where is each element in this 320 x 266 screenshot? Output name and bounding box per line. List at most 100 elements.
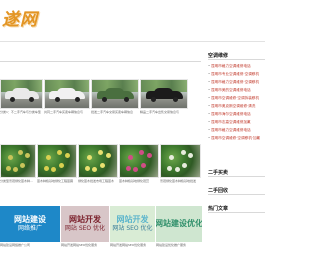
ad-caption[interactable]: 网站建设优化推广服务 — [156, 243, 202, 247]
plant-listing-card[interactable]: 苗木种植基地绿化观赏 — [119, 144, 159, 183]
flower-spot — [64, 153, 70, 158]
car-wheel — [10, 97, 16, 102]
sidebar-section-title: 热门文章 — [208, 205, 265, 213]
flower-spot — [174, 167, 180, 173]
sidebar-link-text[interactable]: 昆明市格力空调维修·空调移机 — [211, 80, 259, 84]
ad-banner[interactable]: 网站建设优化 网站建设优化推广服务 — [156, 206, 202, 256]
car-photo[interactable] — [91, 79, 139, 109]
sidebar-section-hot: 热门文章 — [208, 205, 265, 213]
sidebar-link-text[interactable]: 昆明市专业空调维修·空调移机 — [211, 72, 259, 76]
car-listing-card[interactable]: 共同二手汽车买卖车辆信息与 — [44, 79, 90, 114]
sidebar-link[interactable]: •昆明市格力空调维修电话 — [208, 126, 265, 134]
ad-banner[interactable]: 网站开发 网站 SEO 优化 网站开发网站SEO优化服务 — [110, 206, 155, 256]
bullet-icon: • — [208, 72, 211, 76]
flower-spot — [92, 167, 98, 173]
plant-listing-caption[interactable]: 绿化苗木批发市场工程苗木 — [78, 179, 118, 183]
sidebar-link[interactable]: •昆明市美的空调维修电话 — [208, 86, 265, 94]
car-listing-caption[interactable]: 共同二手汽车买卖车辆信息与 — [44, 110, 90, 114]
sidebar-link-text[interactable]: 昆明市海尔空调维修电话 — [211, 112, 251, 116]
flower-spot — [43, 165, 49, 171]
sidebar-link[interactable]: •昆明市空调维修·空调移机·加氟 — [208, 134, 265, 142]
plant-listing-card[interactable]: 苗木种植基地绿化工程苗圃 — [37, 144, 77, 183]
sidebar-section-title: 空调维修 — [208, 52, 265, 60]
ad-banner[interactable]: 网站开发 网站 SEO 优化 网站开发网站SEO优化服务 — [61, 206, 109, 256]
sidebar-link[interactable]: •昆明市志高空调维修加氟 — [208, 118, 265, 126]
plant-listing-card[interactable]: 绿化苗木批发市场工程苗木 — [78, 144, 118, 183]
sidebar-link-text[interactable]: 昆明市格力空调维修电话 — [211, 128, 251, 132]
flower-spot — [58, 162, 64, 168]
plant-photo[interactable] — [160, 144, 201, 178]
car-wheel — [123, 97, 129, 102]
ad-caption[interactable]: 网站建设网络推广公司 — [0, 243, 60, 247]
sidebar-link[interactable]: •昆明市专业空调维修·空调移机 — [208, 70, 265, 78]
plant-listing-card[interactable]: 景观绿化苗木种植基地批发 — [160, 144, 201, 183]
car-listing-card[interactable]: 精品二手汽车出售交易信息与 — [140, 79, 188, 114]
flower-spot — [6, 165, 12, 171]
plant-listing-card[interactable]: 分类型景观绿化苗木种植基地 — [0, 144, 36, 183]
sidebar-link-text[interactable]: 昆明市美的空调维修电话 — [211, 88, 251, 92]
sidebar-link-text[interactable]: 昆明市奥克斯空调维修·清洗 — [211, 104, 255, 108]
site-logo[interactable]: 遂网 — [2, 5, 38, 30]
car-listing-card[interactable]: 分类1：不二手汽车与分类车型 — [0, 79, 43, 114]
sidebar-section-title: 二手买卖 — [208, 169, 265, 177]
bullet-icon: • — [208, 80, 211, 84]
flower-spot — [139, 149, 144, 155]
sidebar-link-text[interactable]: 昆明市空调维修·空调移机·加氟 — [211, 136, 260, 140]
sidebar-link[interactable]: •昆明市空调维修·空调拆装移机 — [208, 94, 265, 102]
car-listing-card[interactable]: 批发二手汽车交易买卖车辆信息 — [91, 79, 139, 114]
bullet-icon: • — [208, 96, 211, 100]
car-photo[interactable] — [140, 79, 188, 109]
plant-photo[interactable] — [78, 144, 118, 178]
flower-spot — [99, 162, 105, 168]
plant-listing-caption[interactable]: 分类型景观绿化苗木种植基地 — [0, 179, 36, 183]
sidebar-link-text[interactable]: 昆明市格力空调维修电话 — [211, 64, 251, 68]
ad-caption[interactable]: 网站开发网站SEO优化服务 — [61, 243, 109, 247]
car-listing-caption[interactable]: 分类1：不二手汽车与分类车型 — [0, 110, 43, 114]
bullet-icon: • — [208, 112, 211, 116]
ad-caption[interactable]: 网站开发网站SEO优化服务 — [110, 243, 155, 247]
plant-photo[interactable] — [119, 144, 159, 178]
sidebar-link-text[interactable]: 昆明市志高空调维修加氟 — [211, 120, 251, 124]
ad-banner-row: 网站建设 网络推广 网站建设网络推广公司 网站开发 网站 SEO 优化 网站开发网站SEO… — [0, 206, 202, 256]
flower-spot — [166, 165, 172, 171]
flower-spot — [133, 167, 139, 173]
flower-spot — [7, 154, 13, 160]
flower-spot — [19, 162, 25, 168]
plant-listing-caption[interactable]: 景观绿化苗木种植基地批发 — [160, 179, 201, 183]
sidebar-link[interactable]: •昆明市格力空调维修·空调移机 — [208, 78, 265, 86]
sidebar-link[interactable]: •昆明市格力空调维修电话 — [208, 62, 265, 70]
ad-headline: 网站建设 — [14, 215, 46, 224]
bullet-icon: • — [208, 64, 211, 68]
flower-spot — [146, 153, 152, 158]
ad-banner-image[interactable]: 网站开发 网站 SEO 优化 — [110, 206, 155, 242]
ad-banner-image[interactable]: 网站开发 网站 SEO 优化 — [61, 206, 109, 242]
flower-spot — [105, 153, 111, 158]
sidebar-section-used: 二手买卖 — [208, 169, 265, 177]
car-wheel — [75, 97, 81, 102]
car-photo[interactable] — [0, 79, 43, 109]
plant-photo[interactable] — [37, 144, 77, 178]
flower-spot — [127, 154, 133, 160]
sidebar-link[interactable]: •昆明市奥克斯空调维修·清洗 — [208, 102, 265, 110]
car-listing-caption[interactable]: 批发二手汽车交易买卖车辆信息 — [91, 110, 139, 114]
plant-listing-caption[interactable]: 苗木种植基地绿化工程苗圃 — [37, 179, 77, 183]
bullet-icon: • — [208, 120, 211, 124]
sidebar-link-text[interactable]: 昆明市空调维修·空调拆装移机 — [211, 96, 259, 100]
car-photo[interactable] — [44, 79, 90, 109]
flower-spot — [51, 167, 57, 173]
car-thumbnail-grid: 分类1：不二手汽车与分类车型 共同二手汽车买卖车辆信息与 批发二手汽车交易买卖车辆信… — [0, 79, 201, 114]
car-wheel — [151, 97, 157, 102]
plant-listing-caption[interactable]: 苗木种植基地绿化观赏 — [119, 179, 159, 183]
ad-headline: 网站开发 — [116, 215, 149, 224]
car-listing-caption[interactable]: 精品二手汽车出售交易信息与 — [140, 110, 188, 114]
ad-banner-image[interactable]: 网站建设 网络推广 — [0, 206, 60, 242]
ad-subline: 网络推广 — [17, 225, 42, 232]
ad-banner-image[interactable]: 网站建设优化 — [156, 206, 202, 242]
ad-subline: 网站 SEO 优化 — [64, 225, 106, 232]
car-wheel — [28, 97, 34, 102]
bullet-icon: • — [208, 88, 211, 92]
plant-photo[interactable] — [0, 144, 36, 178]
sidebar-link[interactable]: •昆明市海尔空调维修电话 — [208, 110, 265, 118]
main-content: 分类1：不二手汽车与分类车型 共同二手汽车买卖车辆信息与 批发二手汽车交易买卖车辆信… — [0, 52, 202, 266]
ad-banner[interactable]: 网站建设 网络推广 网站建设网络推广公司 — [0, 206, 60, 256]
